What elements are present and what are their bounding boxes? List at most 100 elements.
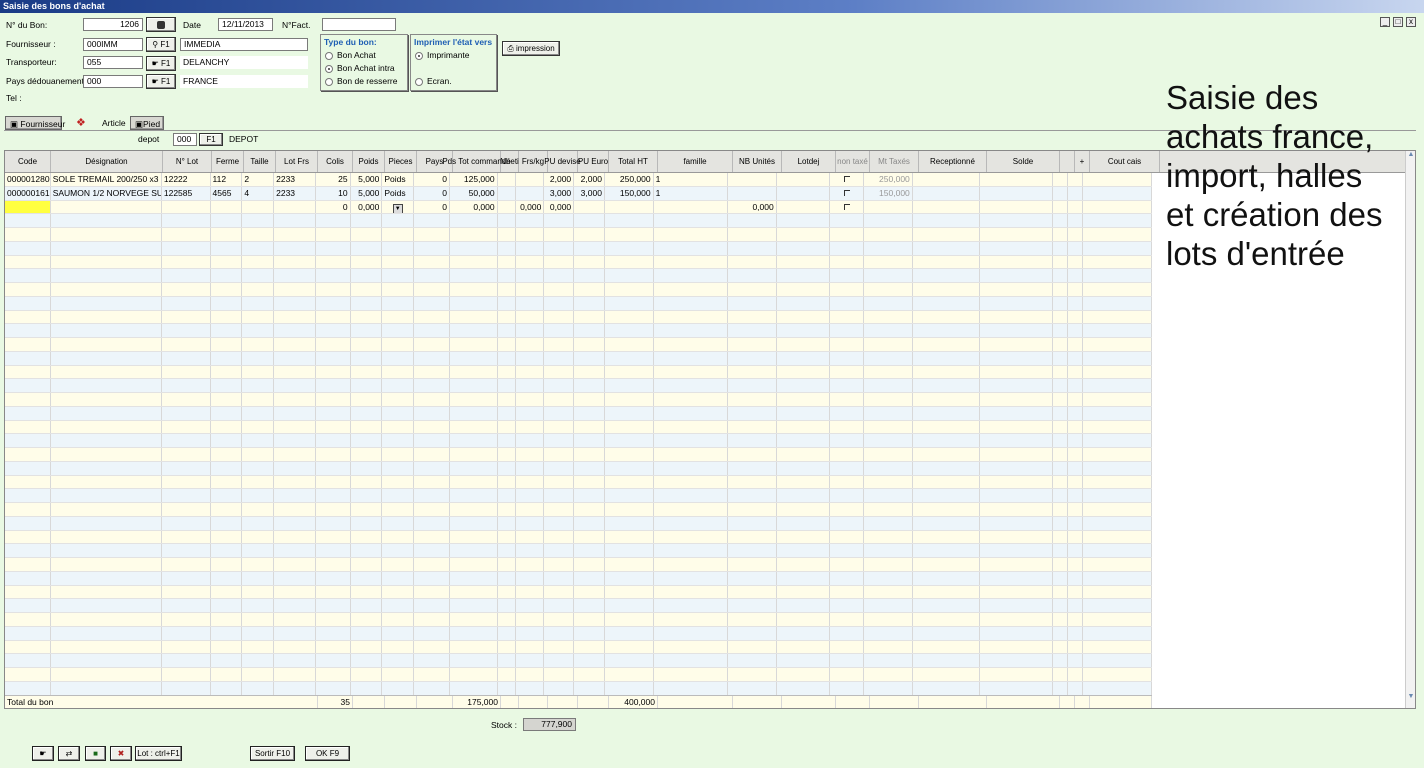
table-cell[interactable]: [274, 640, 316, 654]
table-cell[interactable]: [382, 365, 415, 379]
table-cell[interactable]: [242, 571, 275, 585]
table-cell[interactable]: [414, 269, 450, 282]
table-cell[interactable]: [450, 571, 498, 585]
table-cell[interactable]: [728, 338, 777, 351]
tab-fournisseur[interactable]: ▣ Fournisseur: [5, 116, 65, 130]
table-cell[interactable]: [544, 269, 575, 282]
table-cell[interactable]: [516, 173, 545, 186]
table-cell[interactable]: [605, 544, 654, 557]
column-header[interactable]: Nbeti: [500, 151, 519, 172]
table-cell[interactable]: [414, 214, 450, 227]
table-cell[interactable]: [544, 420, 575, 434]
table-row[interactable]: [5, 269, 1152, 283]
table-cell[interactable]: [777, 503, 831, 516]
table-cell[interactable]: [162, 461, 211, 475]
table-cell[interactable]: [516, 626, 545, 640]
table-cell[interactable]: [274, 585, 316, 599]
table-cell[interactable]: [728, 571, 777, 585]
table-cell[interactable]: [414, 338, 450, 351]
table-cell[interactable]: [864, 613, 913, 626]
table-cell[interactable]: [605, 434, 654, 447]
table-cell[interactable]: [830, 489, 865, 502]
table-cell[interactable]: [830, 558, 865, 571]
table-cell[interactable]: [316, 283, 351, 296]
table-cell[interactable]: [5, 283, 51, 296]
table-cell[interactable]: [351, 379, 383, 392]
table-cell[interactable]: [162, 599, 211, 612]
table-cell[interactable]: [382, 351, 415, 365]
table-cell[interactable]: [5, 503, 51, 516]
table-cell[interactable]: [544, 516, 575, 530]
table-cell[interactable]: SAUMON 1/2 NORVEGE SUP: [51, 186, 162, 200]
table-row[interactable]: [5, 241, 1152, 256]
table-cell[interactable]: [316, 228, 351, 241]
table-cell[interactable]: [830, 173, 865, 186]
table-cell[interactable]: 000000161: [5, 186, 51, 200]
table-cell[interactable]: [728, 503, 777, 516]
table-cell[interactable]: [242, 269, 275, 282]
table-cell[interactable]: [1053, 668, 1068, 681]
table-cell[interactable]: [1068, 338, 1083, 351]
table-cell[interactable]: [242, 626, 275, 640]
table-cell[interactable]: [498, 393, 516, 406]
table-cell[interactable]: [864, 489, 913, 502]
table-cell[interactable]: [498, 613, 516, 626]
table-cell[interactable]: 2: [242, 173, 275, 186]
table-cell[interactable]: [864, 200, 913, 214]
table-cell[interactable]: [211, 558, 243, 571]
table-cell[interactable]: [51, 393, 162, 406]
table-cell[interactable]: [382, 296, 415, 310]
table-cell[interactable]: [242, 668, 275, 681]
table-cell[interactable]: [605, 626, 654, 640]
table-cell[interactable]: [450, 406, 498, 420]
table-cell[interactable]: [574, 283, 605, 296]
table-cell[interactable]: [980, 613, 1053, 626]
table-cell[interactable]: [242, 640, 275, 654]
table-cell[interactable]: [1053, 228, 1068, 241]
table-cell[interactable]: [1083, 365, 1152, 379]
table-cell[interactable]: [211, 351, 243, 365]
table-cell[interactable]: [211, 668, 243, 681]
column-header[interactable]: Mt Taxés: [870, 151, 919, 172]
table-cell[interactable]: [1083, 475, 1152, 489]
table-cell[interactable]: [5, 668, 51, 681]
table-cell[interactable]: [351, 393, 383, 406]
table-cell[interactable]: [516, 613, 545, 626]
table-cell[interactable]: [777, 681, 831, 695]
table-cell[interactable]: [498, 214, 516, 227]
table-cell[interactable]: [351, 283, 383, 296]
table-cell[interactable]: [544, 338, 575, 351]
table-cell[interactable]: [980, 571, 1053, 585]
table-cell[interactable]: [830, 434, 865, 447]
table-cell[interactable]: [5, 241, 51, 255]
table-cell[interactable]: [316, 434, 351, 447]
table-cell[interactable]: [1053, 544, 1068, 557]
table-cell[interactable]: [316, 585, 351, 599]
table-cell[interactable]: [211, 269, 243, 282]
table-cell[interactable]: [574, 241, 605, 255]
radio-bon-achat[interactable]: Bon Achat: [325, 49, 376, 61]
table-cell[interactable]: 000001280: [5, 173, 51, 186]
non-taxe-checkbox[interactable]: [843, 203, 850, 210]
table-cell[interactable]: [1053, 503, 1068, 516]
table-cell[interactable]: [913, 338, 981, 351]
table-cell[interactable]: [242, 434, 275, 447]
table-cell[interactable]: [242, 379, 275, 392]
table-row[interactable]: [5, 448, 1152, 462]
table-cell[interactable]: [498, 681, 516, 695]
table-cell[interactable]: [654, 324, 729, 337]
table-cell[interactable]: [728, 475, 777, 489]
table-cell[interactable]: [544, 365, 575, 379]
scroll-up-icon[interactable]: ▲: [1406, 151, 1415, 158]
table-cell[interactable]: [574, 269, 605, 282]
table-cell[interactable]: [913, 255, 981, 269]
table-cell[interactable]: [980, 393, 1053, 406]
table-cell[interactable]: [51, 351, 162, 365]
table-cell[interactable]: [211, 516, 243, 530]
table-cell[interactable]: [1083, 489, 1152, 502]
table-cell[interactable]: [450, 393, 498, 406]
table-cell[interactable]: [516, 379, 545, 392]
table-cell[interactable]: [574, 200, 605, 214]
table-cell[interactable]: [864, 516, 913, 530]
table-cell[interactable]: [830, 393, 865, 406]
